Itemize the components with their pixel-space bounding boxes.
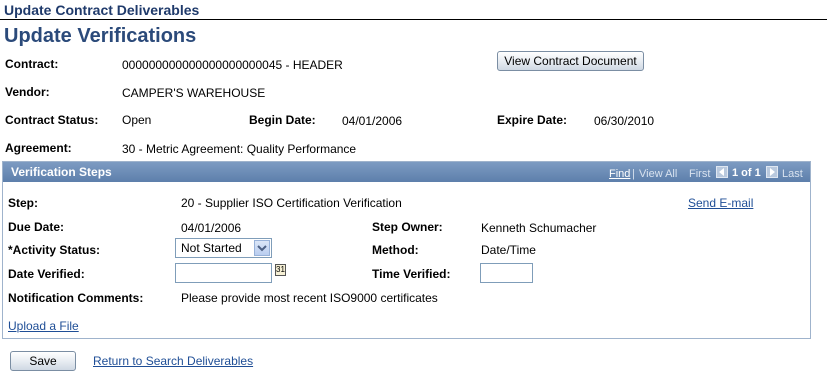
agreement-label: Agreement:	[5, 141, 72, 155]
method-value: Date/Time	[481, 243, 536, 257]
page-title: Update Verifications	[4, 25, 197, 47]
calendar-icon[interactable]: 31	[275, 264, 286, 276]
upload-file-link[interactable]: Upload a File	[8, 319, 79, 333]
contract-value: 000000000000000000000045 - HEADER	[122, 58, 343, 72]
begin-date-label: Begin Date:	[249, 113, 316, 127]
row-range: 1 of 1	[732, 167, 761, 179]
view-all-link: View All	[639, 168, 678, 180]
step-owner-value: Kenneth Schumacher	[481, 221, 597, 235]
due-date-value: 04/01/2006	[181, 221, 242, 235]
date-verified-input[interactable]	[175, 263, 272, 283]
method-label: Method:	[372, 243, 419, 257]
grid-header: Verification Steps Find | View All First…	[3, 162, 810, 182]
find-link[interactable]: Find	[609, 168, 630, 180]
activity-status-label: *Activity Status:	[8, 243, 101, 257]
step-label: Step:	[8, 196, 38, 210]
step-value: 20 - Supplier ISO Certification Verifica…	[181, 196, 402, 210]
contract-label: Contract:	[5, 57, 59, 71]
notification-comments-label: Notification Comments:	[8, 291, 144, 305]
chevron-down-icon[interactable]	[254, 240, 270, 256]
time-verified-label: Time Verified:	[372, 267, 451, 281]
vendor-value: CAMPER'S WAREHOUSE	[122, 86, 266, 100]
return-to-search-link[interactable]: Return to Search Deliverables	[93, 354, 253, 368]
date-verified-label: Date Verified:	[8, 267, 85, 281]
expire-date-value: 06/30/2010	[594, 114, 655, 128]
due-date-label: Due Date:	[8, 220, 65, 234]
contract-status-value: Open	[122, 113, 152, 127]
contract-status-label: Contract Status:	[5, 113, 99, 127]
agreement-value: 30 - Metric Agreement: Quality Performan…	[122, 142, 357, 156]
expire-date-label: Expire Date:	[497, 113, 568, 127]
time-verified-input[interactable]	[480, 263, 533, 283]
nav-separator: |	[632, 168, 635, 180]
arrow-left-icon	[716, 166, 728, 178]
arrow-right-icon	[766, 166, 778, 178]
save-button[interactable]: Save	[10, 351, 76, 371]
send-email-link[interactable]: Send E-mail	[688, 196, 753, 210]
vendor-label: Vendor:	[5, 85, 50, 99]
view-contract-document-button[interactable]: View Contract Document	[497, 51, 644, 71]
first-link: First	[689, 168, 711, 180]
portal-title: Update Contract Deliverables	[4, 2, 200, 18]
step-owner-label: Step Owner:	[372, 220, 443, 234]
activity-status-value: Not Started	[181, 241, 242, 255]
grid-title: Verification Steps	[11, 165, 112, 179]
activity-status-select[interactable]: Not Started	[175, 238, 272, 258]
title-divider	[0, 19, 827, 20]
last-link: Last	[782, 168, 803, 180]
notification-comments-value: Please provide most recent ISO9000 certi…	[181, 291, 438, 305]
begin-date-value: 04/01/2006	[342, 114, 403, 128]
